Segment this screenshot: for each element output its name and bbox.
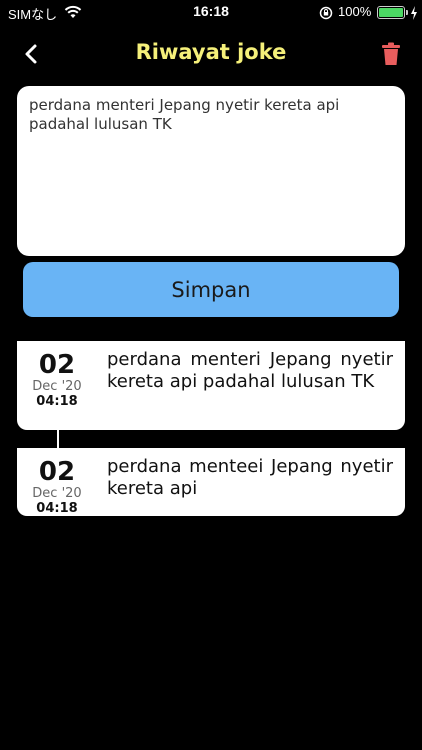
charging-bolt-icon <box>410 5 418 24</box>
history-item[interactable]: 02 Dec '20 04:18 perdana menteei Jepang … <box>17 448 405 516</box>
history-item-day: 02 <box>38 457 76 487</box>
history-item-day: 02 <box>38 350 76 380</box>
history-item-date: 02 Dec '20 04:18 <box>17 458 97 516</box>
joke-editor <box>17 86 405 256</box>
battery-icon <box>377 6 405 19</box>
history-item-text: perdana menteei Jepang nyetir kereta api <box>107 456 393 499</box>
history-item[interactable]: 02 Dec '20 04:18 perdana menteri Jepang … <box>17 341 405 430</box>
history-item-month: Dec '20 <box>32 486 82 501</box>
history-item-time: 04:18 <box>36 394 78 409</box>
joke-input[interactable] <box>29 96 393 246</box>
battery-tip <box>406 10 408 15</box>
save-button[interactable]: Simpan <box>23 262 399 317</box>
history-item-date: 02 Dec '20 04:18 <box>17 351 97 409</box>
orientation-lock-icon <box>319 5 333 24</box>
trash-icon <box>382 42 400 65</box>
history-item-time: 04:18 <box>36 501 78 516</box>
nav-bar: Riwayat joke <box>0 30 422 76</box>
history-item-month: Dec '20 <box>32 379 82 394</box>
timeline-connector <box>57 430 59 448</box>
delete-button[interactable] <box>380 42 402 66</box>
page-title: Riwayat joke <box>135 40 287 64</box>
history-item-text: perdana menteri Jepang nyetir kereta api… <box>107 349 393 392</box>
battery-percent: 100% <box>338 4 372 19</box>
status-bar: SIMなし 16:18 100% <box>0 0 422 24</box>
